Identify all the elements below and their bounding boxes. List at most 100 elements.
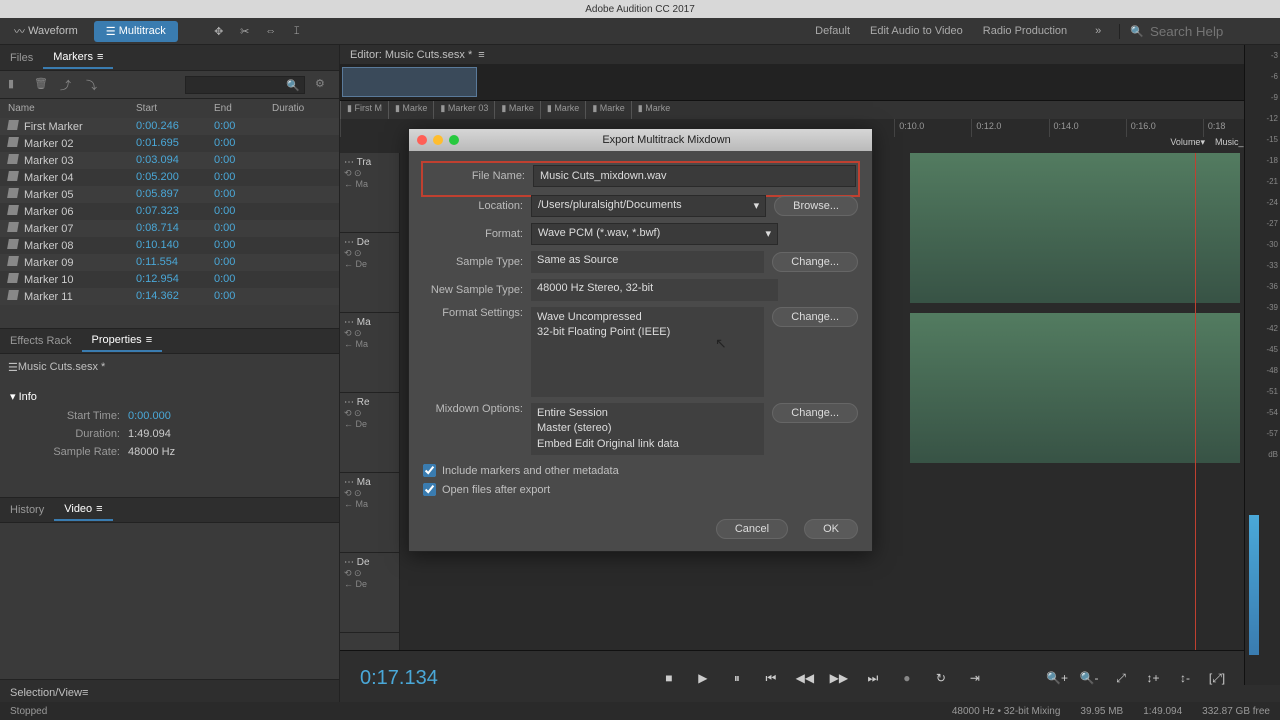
include-markers-checkbox[interactable] [423,464,436,477]
zoom-out-icon[interactable]: 🔍- [1078,667,1100,689]
multitrack-mode-button[interactable]: ☰ Multitrack [94,21,178,42]
marker-row[interactable]: Marker 100:12.9540:00 [0,271,339,288]
marker-row[interactable]: Marker 110:14.3620:00 [0,288,339,305]
panel-menu-icon[interactable]: ≡ [146,334,152,346]
workspace-default[interactable]: Default [815,25,850,37]
search-input[interactable] [1150,24,1270,39]
change-mixdown-button[interactable]: Change... [772,403,858,423]
marker-in-icon[interactable]: ⤴ [60,77,76,93]
marker-row[interactable]: Marker 030:03.0940:00 [0,152,339,169]
stop-button[interactable]: ■ [658,667,680,689]
change-format-settings-button[interactable]: Change... [772,307,858,327]
cancel-button[interactable]: Cancel [716,519,788,539]
play-button[interactable]: ▶ [692,667,714,689]
zoom-full-icon[interactable]: ⤢ [1110,667,1132,689]
next-marker-button[interactable]: ⏭ [862,667,884,689]
info-heading[interactable]: ▾ Info [10,386,329,407]
mixdown-options-value: Entire SessionMaster (stereo)Embed Edit … [531,403,764,455]
dialog-titlebar[interactable]: Export Multitrack Mixdown [409,129,872,151]
pause-button[interactable]: ⏸ [726,667,748,689]
prev-marker-button[interactable]: ⏮ [760,667,782,689]
multitrack-icon: ☰ [106,25,116,38]
track-header[interactable]: ⋯ Re⟲ ⊙← De [340,393,399,473]
format-select[interactable]: Wave PCM (*.wav, *.bwf)▾ [531,223,778,245]
location-select[interactable]: /Users/pluralsight/Documents▾ [531,195,766,217]
marker-strip[interactable]: ▮ First M▮ Marke▮ Marker 03▮ Marke▮ Mark… [340,101,1280,119]
track-header[interactable]: ⋯ Tra⟲ ⊙← Ma [340,153,399,233]
loop-button[interactable]: ↻ [930,667,952,689]
chevron-down-icon[interactable]: ▾ [1200,137,1205,153]
level-meter: -3-6-9-12-15-18-21-24-27-30-33-36-39-42-… [1244,45,1280,685]
track-header[interactable]: ⋯ Ma⟲ ⊙← Ma [340,313,399,393]
razor-tool-icon[interactable]: ✂ [236,22,254,40]
rewind-button[interactable]: ◀◀ [794,667,816,689]
waveform-mode-button[interactable]: 〰 Waveform [2,19,90,43]
tab-video[interactable]: Video≡ [54,499,112,521]
workspace-edit-video[interactable]: Edit Audio to Video [870,25,963,37]
overview-navigator[interactable]: ⊕ [340,65,1280,101]
record-button[interactable]: ● [896,667,918,689]
file-name-label: File Name: [425,170,525,182]
ok-button[interactable]: OK [804,519,858,539]
status-disk-free: 332.87 GB free [1202,706,1270,717]
move-tool-icon[interactable]: ✥ [210,22,228,40]
change-sample-type-button[interactable]: Change... [772,252,858,272]
marker-row[interactable]: Marker 080:10.1400:00 [0,237,339,254]
zoom-v-in-icon[interactable]: ↕+ [1142,667,1164,689]
track-header[interactable]: ⋯ Ma⟲ ⊙← Ma [340,473,399,553]
playhead[interactable] [1195,153,1196,675]
volume-label[interactable]: Volume [1170,137,1200,153]
zoom-v-out-icon[interactable]: ↕- [1174,667,1196,689]
delete-marker-icon[interactable]: 🗑 [34,77,50,93]
chevron-down-icon: ▾ [765,227,771,241]
zoom-sel-icon[interactable]: [⤢] [1206,667,1228,689]
tab-history[interactable]: History [0,500,54,520]
minimize-icon[interactable] [433,135,443,145]
skip-button[interactable]: ⇥ [964,667,986,689]
marker-settings-icon[interactable]: ⚙ [315,77,331,93]
marker-row[interactable]: First Marker0:00.2460:00 [0,118,339,135]
panel-menu-icon[interactable]: ≡ [97,51,103,63]
marker-row[interactable]: Marker 070:08.7140:00 [0,220,339,237]
start-time-value[interactable]: 0:00.000 [128,410,171,422]
cursor-icon: ↖ [715,335,727,352]
audio-clip[interactable] [910,153,1240,303]
marker-row[interactable]: Marker 090:11.5540:00 [0,254,339,271]
mixdown-options-label: Mixdown Options: [423,403,523,415]
editor-tab[interactable]: Editor: Music Cuts.sesx *≡ Leve [340,45,1280,65]
workspace-overflow-icon[interactable]: » [1087,25,1109,37]
workspace-radio[interactable]: Radio Production [983,25,1067,37]
add-marker-icon[interactable]: ▮ [8,77,24,93]
overview-viewport[interactable] [342,67,477,97]
zoom-in-icon[interactable]: 🔍+ [1046,667,1068,689]
track-header[interactable]: ⋯ De⟲ ⊙← De [340,553,399,633]
maximize-icon[interactable] [449,135,459,145]
track-header[interactable]: ⋯ De⟲ ⊙← De [340,233,399,313]
tab-effects-rack[interactable]: Effects Rack [0,331,82,351]
marker-row[interactable]: Marker 040:05.2000:00 [0,169,339,186]
marker-row[interactable]: Marker 060:07.3230:00 [0,203,339,220]
marker-row[interactable]: Marker 020:01.6950:00 [0,135,339,152]
marker-row[interactable]: Marker 050:05.8970:00 [0,186,339,203]
tab-markers[interactable]: Markers≡ [43,47,113,69]
marker-search-input[interactable]: 🔍 [185,76,305,94]
marker-list[interactable]: First Marker0:00.2460:00Marker 020:01.69… [0,118,339,328]
panel-menu-icon[interactable]: ≡ [478,49,484,61]
forward-button[interactable]: ▶▶ [828,667,850,689]
duration-label: Duration: [40,428,120,440]
panel-menu-icon[interactable]: ≡ [96,503,102,515]
export-mixdown-dialog: Export Multitrack Mixdown File Name: Loc… [408,128,873,552]
open-after-export-checkbox[interactable] [423,483,436,496]
transport-bar: 0:17.134 ■ ▶ ⏸ ⏮ ◀◀ ▶▶ ⏭ ● ↻ ⇥ 🔍+ 🔍- ⤢ ↕… [340,650,1280,705]
marker-out-icon[interactable]: ⤵ [86,77,102,93]
chevron-down-icon: ▾ [754,199,760,213]
tab-files[interactable]: Files [0,48,43,68]
slip-tool-icon[interactable]: ⇔ [262,22,280,40]
close-icon[interactable] [417,135,427,145]
timecode-display[interactable]: 0:17.134 [340,667,458,690]
file-name-input[interactable] [533,165,856,187]
audio-clip[interactable] [910,313,1240,463]
time-select-tool-icon[interactable]: 𝙸 [288,22,306,40]
browse-button[interactable]: Browse... [774,196,858,216]
tab-properties[interactable]: Properties≡ [82,330,163,352]
